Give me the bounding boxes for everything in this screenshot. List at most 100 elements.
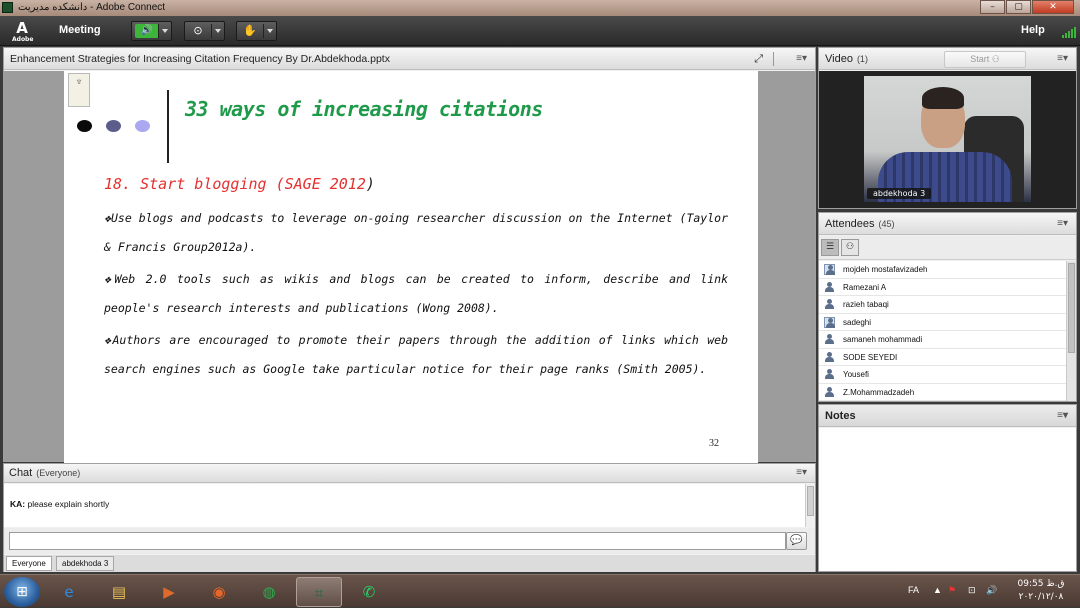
chat-scrollbar[interactable] [805,484,815,527]
attendee-row[interactable]: mojdeh mostafavizadeh [819,261,1066,279]
attendee-name: SODE SEYEDI [843,352,898,362]
attendee-name: sadeghi [843,317,872,327]
tab-everyone[interactable]: Everyone [6,556,52,571]
adobe-connect-taskbar-button[interactable]: ⌗ [296,577,342,607]
attendee-name: Z.Mohammadzadeh [843,387,915,397]
list-view-icon[interactable]: ☰ [821,239,839,256]
chat-title: Chat [9,467,33,479]
scrollbar-thumb[interactable] [807,486,814,516]
divider [158,24,159,38]
chat-sender: KA: [10,499,26,509]
show-hidden-icons[interactable]: ▲ [933,585,942,595]
pod-menu-icon[interactable]: ≡▾ [796,53,807,64]
video-pod-header: Video (1) Start ⚇ ≡▾ [819,48,1076,70]
slide-paragraph: ❖Authors are encouraged to promote their… [104,333,728,376]
chat-messages: KA: please explain shortly [4,484,815,527]
connection-strength-icon [1062,26,1076,38]
chat-input-row: 💬 [4,528,815,554]
internet-explorer-icon: e [64,583,74,601]
close-button[interactable]: ✕ [1032,0,1074,14]
host-user-icon [824,316,835,328]
chevron-down-icon[interactable] [162,29,168,33]
attendee-row[interactable]: SODE SEYEDI [819,349,1066,366]
file-explorer-icon: ▤ [111,583,127,601]
chat-text: please explain shortly [25,499,110,509]
pod-menu-icon[interactable]: ≡▾ [1057,410,1068,421]
window-title: دانشکده مدیریت - Adobe Connect [18,2,166,13]
divider [211,24,212,38]
start-button[interactable]: ⊞ [4,577,40,607]
file-explorer-taskbar-button[interactable]: ▤ [96,577,142,607]
attendee-row[interactable]: Yousefi [819,366,1066,384]
role-view-icon[interactable]: ⚇ [841,239,859,256]
chat-pod: Chat (Everyone) ≡▾ KA: please explain sho… [3,463,816,572]
start-webcam-button[interactable]: Start ⚇ [944,51,1026,68]
network-icon[interactable]: ⊡ [968,585,976,596]
adobe-logo-text: Adobe [12,36,34,43]
chat-input[interactable] [9,532,786,550]
bullet-dot-lavender [135,120,150,132]
attendees-title: Attendees [825,218,875,230]
video-pod: Video (1) Start ⚇ ≡▾ abdekhoda 3 [818,47,1077,209]
notes-body[interactable] [819,428,1076,571]
speaker-button[interactable]: 🔊 [131,21,172,41]
slide-page-number: 32 [709,438,719,449]
menubar: A Adobe Meeting 🔊 ⊙ ✋ Help [0,16,1080,46]
language-indicator[interactable]: FA [908,585,919,595]
attendee-row[interactable]: sadeghi [819,314,1066,331]
slide-viewport: ۩ 33 ways of increasing citations 18. St… [4,71,815,463]
webcam-feed [864,76,1031,202]
attendees-count: (45) [878,219,895,229]
chat-tabs: Everyone abdekhoda 3 [4,555,815,572]
adobe-connect-icon: ⌗ [314,584,324,602]
clock-date: ۲۰۲۰/۱۲/۰۸ [1018,592,1064,602]
attendees-pod: Attendees (45) ≡▾ ☰ ⚇ mojdeh mostafavizad… [818,212,1077,402]
share-pod: Enhancement Strategies for Increasing Ci… [3,47,816,463]
attendee-row[interactable]: Z.Mohammadzadeh [819,384,1066,401]
adobe-logo: A Adobe [12,19,34,43]
participant-user-icon [824,299,835,310]
user-icon: ⚇ [991,54,1000,64]
firefox-taskbar-button[interactable]: ◉ [196,577,242,607]
chevron-down-icon[interactable] [215,29,221,33]
camera-button[interactable]: ⊙ [184,21,225,41]
pod-menu-icon[interactable]: ≡▾ [1057,53,1068,64]
chat-message: KA: please explain shortly [10,499,109,509]
attendee-scrollbar[interactable] [1066,261,1076,401]
send-message-button[interactable]: 💬 [786,532,807,550]
bullet-dot-slate [106,120,121,132]
minimize-button[interactable]: – [980,0,1005,14]
attendee-name: mojdeh mostafavizadeh [843,265,928,274]
windows-taskbar: ⊞ e ▤ ▶ ◉ ◍ ⌗ ✆ FA ▲ ⚑ ⊡ 🔊 09:55 ق.ظ ۲۰۲۰/۱۲/۰… [0,574,1080,607]
video-area: abdekhoda 3 [819,71,1076,208]
slide-paragraph: ❖Use blogs and podcasts to leverage on-g… [104,211,728,254]
attendee-row[interactable]: Ramezani A [819,279,1066,296]
participant-user-icon [824,281,835,293]
slide: ۩ 33 ways of increasing citations 18. St… [64,71,758,463]
meeting-menu[interactable]: Meeting [59,24,101,36]
chrome-taskbar-button[interactable]: ◍ [246,577,292,607]
attendee-row[interactable]: razieh tabaqi [819,296,1066,314]
volume-icon[interactable]: 🔊 [986,585,997,596]
adobe-logo-mark: A [16,19,28,37]
internet-explorer-taskbar-button[interactable]: e [46,577,92,607]
chevron-down-icon[interactable] [267,29,273,33]
whatsapp-taskbar-button[interactable]: ✆ [346,577,392,607]
firefox-icon: ◉ [212,583,226,601]
pod-menu-icon[interactable]: ≡▾ [796,467,807,478]
status-button[interactable]: ✋ [236,21,277,41]
attendee-row[interactable]: samaneh mohammadi [819,331,1066,349]
tab-abdekhoda-3[interactable]: abdekhoda 3 [56,556,115,571]
bullet-dot-black [77,120,92,132]
media-player-taskbar-button[interactable]: ▶ [146,577,192,607]
fullscreen-icon[interactable]: ⤢ [754,53,763,66]
clock[interactable]: 09:55 ق.ظ ۲۰۲۰/۱۲/۰۸ [1008,578,1074,604]
pod-menu-icon[interactable]: ≡▾ [1057,218,1068,229]
help-menu[interactable]: Help [1021,24,1045,36]
scrollbar-thumb[interactable] [1068,263,1075,353]
action-center-icon[interactable]: ⚑ [948,585,956,596]
maximize-button[interactable]: ▢ [1006,0,1031,14]
speech-bubble-icon: 💬 [790,535,803,546]
slide-paragraph: ❖Web 2.0 tools such as wikis and blogs c… [104,272,728,315]
slide-heading-text: 18. Start blogging (SAGE 2012 [104,175,366,193]
